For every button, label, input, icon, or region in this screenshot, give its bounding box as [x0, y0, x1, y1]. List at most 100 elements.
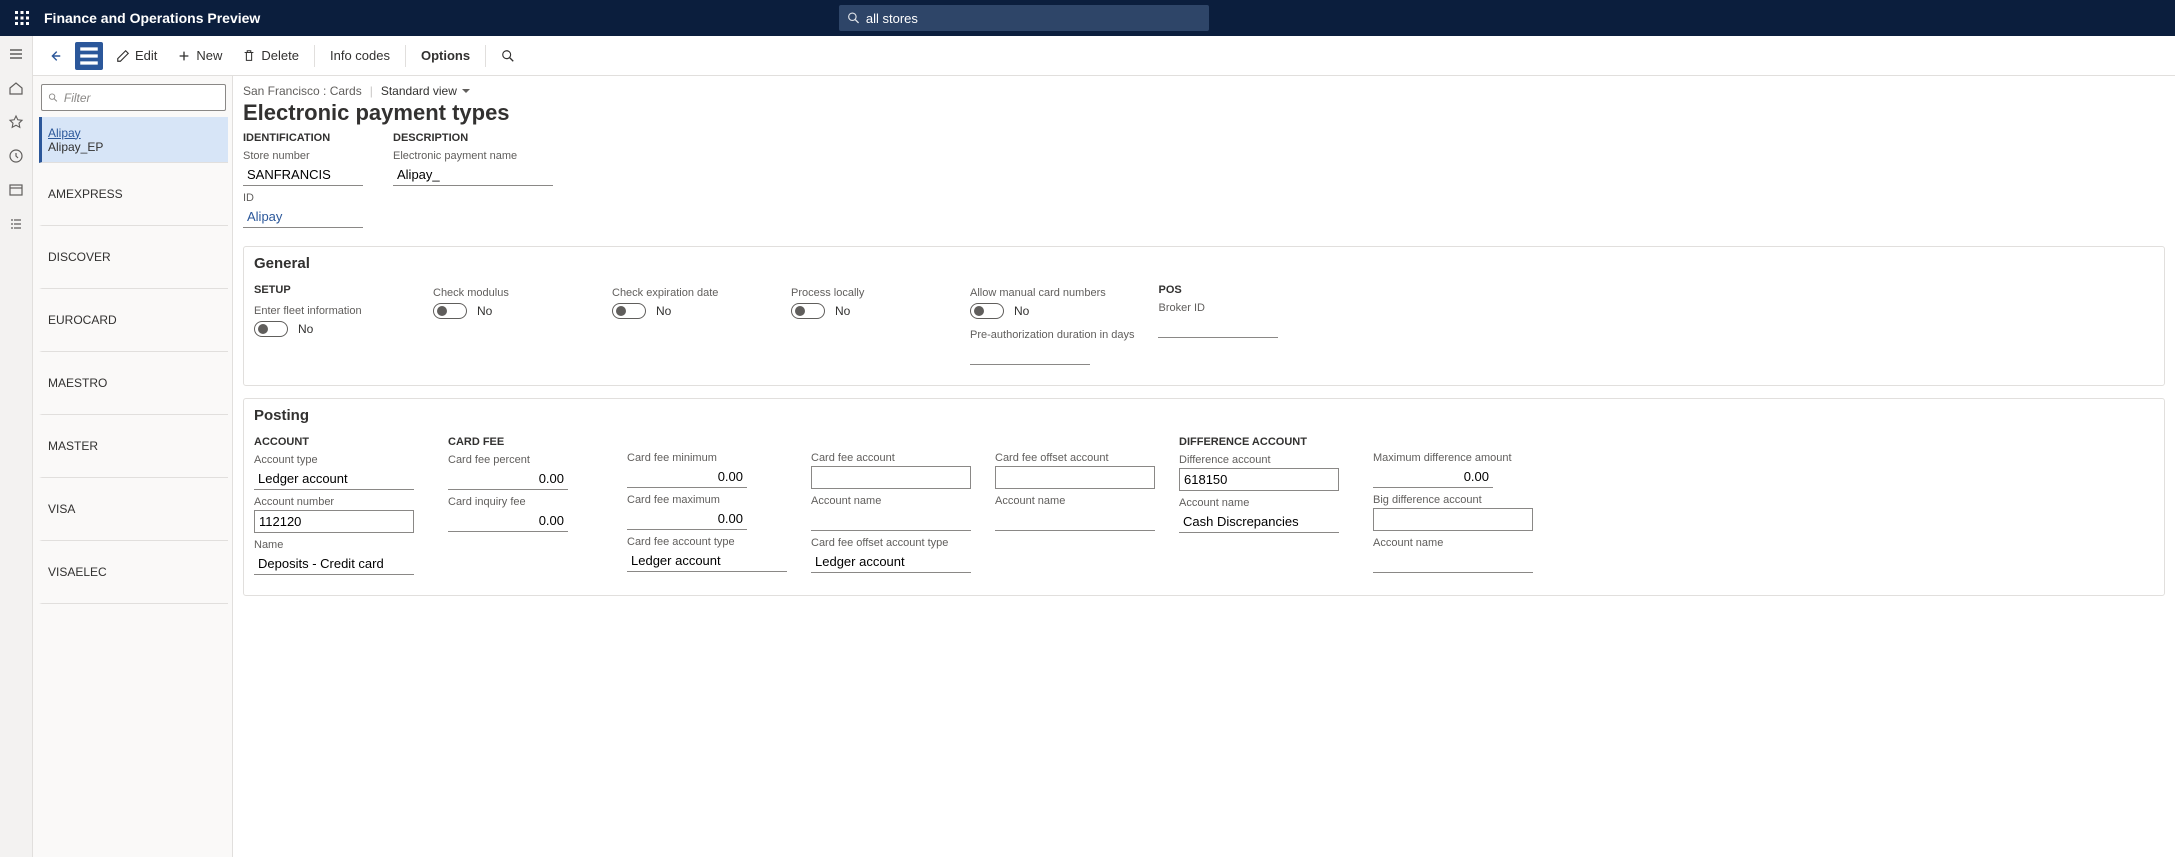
- panel-general-header[interactable]: General: [244, 247, 2164, 280]
- action-bar: Edit New Delete Info codes Options: [33, 36, 2175, 76]
- recent-icon[interactable]: [6, 146, 26, 166]
- info-codes-button[interactable]: Info codes: [323, 43, 397, 68]
- fee-min-input[interactable]: [627, 466, 747, 488]
- list-item[interactable]: DISCOVER: [39, 226, 228, 289]
- label-big-diff-name: Account name: [1373, 537, 1543, 549]
- epay-name-input[interactable]: [393, 164, 553, 186]
- modules-icon[interactable]: [6, 214, 26, 234]
- fee-max-input[interactable]: [627, 508, 747, 530]
- broker-input[interactable]: [1158, 316, 1278, 338]
- find-button[interactable]: [494, 44, 522, 68]
- label-big-diff: Big difference account: [1373, 494, 1543, 506]
- account-type-input[interactable]: [254, 468, 414, 490]
- subsection-account: ACCOUNT: [254, 436, 424, 448]
- global-search-input[interactable]: [866, 11, 1201, 26]
- hamburger-icon[interactable]: [6, 44, 26, 64]
- id-input[interactable]: [243, 206, 363, 228]
- label-diff-name: Account name: [1179, 497, 1349, 509]
- account-number-input[interactable]: [254, 510, 414, 533]
- label-id: ID: [243, 192, 363, 204]
- page-title: Electronic payment types: [243, 100, 2165, 126]
- label-local: Process locally: [791, 287, 864, 299]
- search-icon: [48, 92, 59, 104]
- toggle-fleet[interactable]: [254, 321, 288, 337]
- toggle-modulus[interactable]: [433, 303, 467, 319]
- label-broker: Broker ID: [1158, 302, 1313, 314]
- toggle-local[interactable]: [791, 303, 825, 319]
- label-inquiry-fee: Card inquiry fee: [448, 496, 603, 508]
- label-manual: Allow manual card numbers: [970, 287, 1106, 299]
- list-item[interactable]: VISAELEC: [39, 541, 228, 604]
- store-number-input[interactable]: [243, 164, 363, 186]
- preauth-input[interactable]: [970, 343, 1090, 365]
- label-acct-name-a: Account name: [811, 495, 971, 507]
- label-epay-name: Electronic payment name: [393, 150, 553, 162]
- app-launcher-icon[interactable]: [8, 4, 36, 32]
- star-icon[interactable]: [6, 112, 26, 132]
- trash-icon: [242, 49, 256, 63]
- icon-rail: [0, 36, 33, 857]
- label-fee-max: Card fee maximum: [627, 494, 787, 506]
- home-icon[interactable]: [6, 78, 26, 98]
- section-identification: IDENTIFICATION: [243, 132, 363, 144]
- edit-button[interactable]: Edit: [109, 43, 164, 68]
- search-icon: [847, 11, 860, 25]
- title-bar: Finance and Operations Preview: [0, 0, 2175, 36]
- header-fields: IDENTIFICATION Store number ID DESCRIPTI…: [243, 132, 2165, 234]
- panel-posting-header[interactable]: Posting: [244, 399, 2164, 432]
- diff-acct-input[interactable]: [1179, 468, 1339, 491]
- panel-general: General SETUP Enter fleet information No…: [243, 246, 2165, 386]
- max-diff-input[interactable]: [1373, 466, 1493, 488]
- list-item[interactable]: AMEXPRESS: [39, 163, 228, 226]
- fee-offset-name-input[interactable]: [995, 509, 1155, 531]
- label-fleet: Enter fleet information: [254, 305, 362, 317]
- label-fee-acct: Card fee account: [811, 452, 971, 464]
- fee-acct-input[interactable]: [811, 466, 971, 489]
- label-fee-acct-type: Card fee account type: [627, 536, 787, 548]
- fee-pct-input[interactable]: [448, 468, 568, 490]
- big-diff-name-input[interactable]: [1373, 551, 1533, 573]
- detail-pane: San Francisco : Cards | Standard view El…: [233, 76, 2175, 857]
- subsection-pos: POS: [1158, 284, 1313, 296]
- diff-name-input[interactable]: [1179, 511, 1339, 533]
- toggle-manual[interactable]: [970, 303, 1004, 319]
- section-description: DESCRIPTION: [393, 132, 553, 144]
- subsection-card-fee: CARD FEE: [448, 436, 603, 448]
- back-button[interactable]: [41, 44, 69, 68]
- pencil-icon: [116, 49, 130, 63]
- view-selector[interactable]: Standard view: [381, 84, 471, 98]
- label-account-type: Account type: [254, 454, 424, 466]
- record-list-pane: Alipay Alipay_EP AMEXPRESS DISCOVER EURO…: [33, 76, 233, 857]
- delete-button[interactable]: Delete: [235, 43, 306, 68]
- list-item[interactable]: VISA: [39, 478, 228, 541]
- label-diff-acct: Difference account: [1179, 454, 1349, 466]
- big-diff-input[interactable]: [1373, 508, 1533, 531]
- subsection-setup: SETUP: [254, 284, 409, 296]
- breadcrumb-row: San Francisco : Cards | Standard view: [243, 84, 2165, 98]
- fee-offset-acct-input[interactable]: [995, 466, 1155, 489]
- chevron-down-icon: [461, 86, 471, 96]
- subsection-diff: DIFFERENCE ACCOUNT: [1179, 436, 1349, 448]
- toggle-expiry[interactable]: [612, 303, 646, 319]
- list-item[interactable]: MAESTRO: [39, 352, 228, 415]
- label-fee-pct: Card fee percent: [448, 454, 603, 466]
- fee-acct-type-input[interactable]: [627, 550, 787, 572]
- options-button[interactable]: Options: [414, 43, 477, 68]
- toggle-fleet-value: No: [298, 322, 313, 336]
- panel-posting: Posting ACCOUNT Account type Account num…: [243, 398, 2165, 596]
- global-search[interactable]: [839, 5, 1209, 31]
- list-filter-input[interactable]: [64, 91, 219, 105]
- inquiry-fee-input[interactable]: [448, 510, 568, 532]
- account-name-input[interactable]: [254, 553, 414, 575]
- list-item[interactable]: EUROCARD: [39, 289, 228, 352]
- label-max-diff: Maximum difference amount: [1373, 452, 1543, 464]
- fee-offset-type-input[interactable]: [811, 551, 971, 573]
- list-item[interactable]: Alipay Alipay_EP: [39, 117, 228, 163]
- fee-acct-name-input[interactable]: [811, 509, 971, 531]
- new-button[interactable]: New: [170, 43, 229, 68]
- workspace-icon[interactable]: [6, 180, 26, 200]
- list-view-button[interactable]: [75, 42, 103, 70]
- list-filter[interactable]: [41, 84, 226, 111]
- list-item[interactable]: MASTER: [39, 415, 228, 478]
- search-icon: [501, 49, 515, 63]
